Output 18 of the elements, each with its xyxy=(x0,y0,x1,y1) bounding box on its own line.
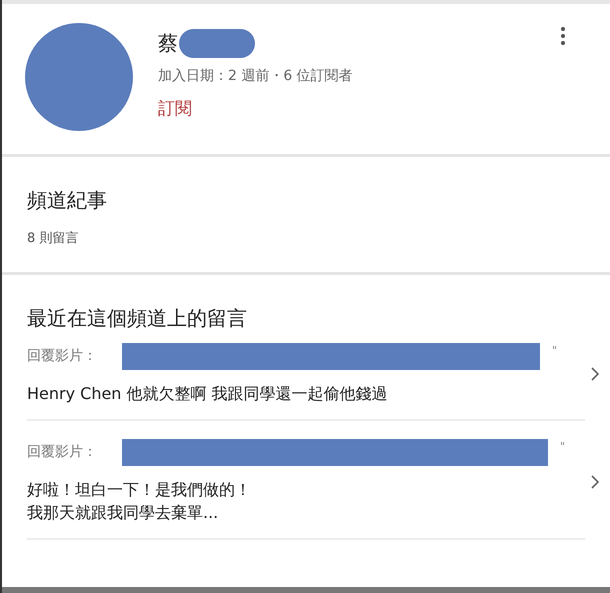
chevron-right-icon xyxy=(591,367,599,381)
quote-mark: " xyxy=(552,343,558,359)
channel-info: 加入日期：2 週前・6 位訂閱者 xyxy=(158,67,353,86)
channel-name: 蔡 xyxy=(158,30,178,57)
section-title: 最近在這個頻道上的留言 xyxy=(27,305,248,332)
reply-label: 回覆影片： xyxy=(27,443,98,462)
chevron-right-icon xyxy=(591,474,599,488)
section-title: 頻道紀事 xyxy=(27,187,108,214)
more-icon[interactable] xyxy=(560,26,566,46)
quote-mark: " xyxy=(560,439,566,455)
subscribe-button[interactable]: 訂閱 xyxy=(158,97,192,122)
comment-row[interactable]: 回覆影片： " Henry Chen 他就欠整啊 我跟同學還一起偷他錢過 xyxy=(27,333,585,421)
comment-row[interactable]: 回覆影片： " 好啦！坦白一下！是我們做的！ 我那天就跟我同學去棄單... xyxy=(27,421,585,540)
comment-text: Henry Chen 他就欠整啊 我跟同學還一起偷他錢過 xyxy=(27,383,388,405)
reply-label: 回覆影片： xyxy=(27,347,98,366)
comment-text: 好啦！坦白一下！是我們做的！ xyxy=(27,479,251,501)
comment-text: 我那天就跟我同學去棄單... xyxy=(27,502,218,524)
comment-count: 8 則留言 xyxy=(27,230,80,248)
